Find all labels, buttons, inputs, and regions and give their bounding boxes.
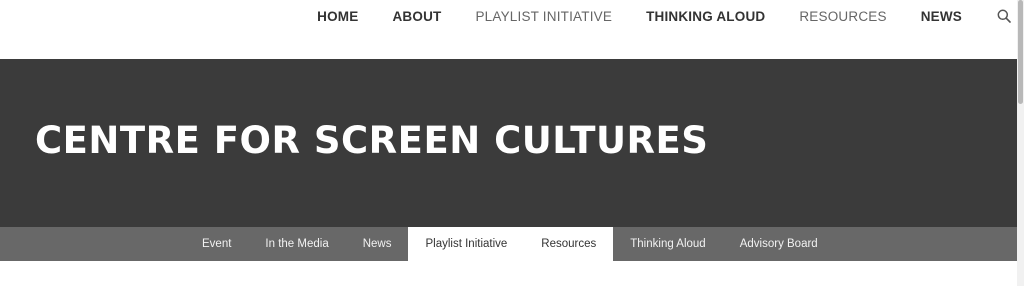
subnav-item-in-the-media[interactable]: In the Media [248, 227, 345, 261]
hero-banner: CENTRE FOR SCREEN CULTURES [0, 59, 1017, 227]
subnav-item-thinking-aloud[interactable]: Thinking Aloud [613, 227, 722, 261]
nav-news-link[interactable]: NEWS [921, 9, 962, 24]
subnav-item-advisory-board[interactable]: Advisory Board [723, 227, 835, 261]
site-title: CENTRE FOR SCREEN CULTURES [35, 119, 709, 162]
secondary-menu: Event In the Media News Playlist Initiat… [185, 227, 835, 261]
scrollbar-thumb[interactable] [1018, 0, 1023, 104]
nav-thinking-aloud-link[interactable]: THINKING ALOUD [646, 9, 765, 24]
nav-resources-link[interactable]: RESOURCES [799, 9, 886, 24]
subnav-item-resources[interactable]: Resources [524, 227, 614, 261]
subnav-item-news[interactable]: News [346, 227, 409, 261]
main-menu: HOME ABOUT PLAYLIST INITIATIVE THINKING … [283, 0, 1012, 32]
subnav-item-event[interactable]: Event [185, 227, 248, 261]
page-scrollbar[interactable] [1017, 0, 1024, 286]
nav-about-link[interactable]: ABOUT [392, 9, 441, 24]
search-icon[interactable] [996, 8, 1012, 24]
subnav-item-playlist-initiative[interactable]: Playlist Initiative [408, 227, 525, 261]
top-navigation: HOME ABOUT PLAYLIST INITIATIVE THINKING … [0, 0, 1024, 58]
secondary-navigation: Event In the Media News Playlist Initiat… [0, 227, 1017, 261]
nav-playlist-initiative-link[interactable]: PLAYLIST INITIATIVE [475, 9, 612, 24]
nav-home-link[interactable]: HOME [317, 9, 358, 24]
